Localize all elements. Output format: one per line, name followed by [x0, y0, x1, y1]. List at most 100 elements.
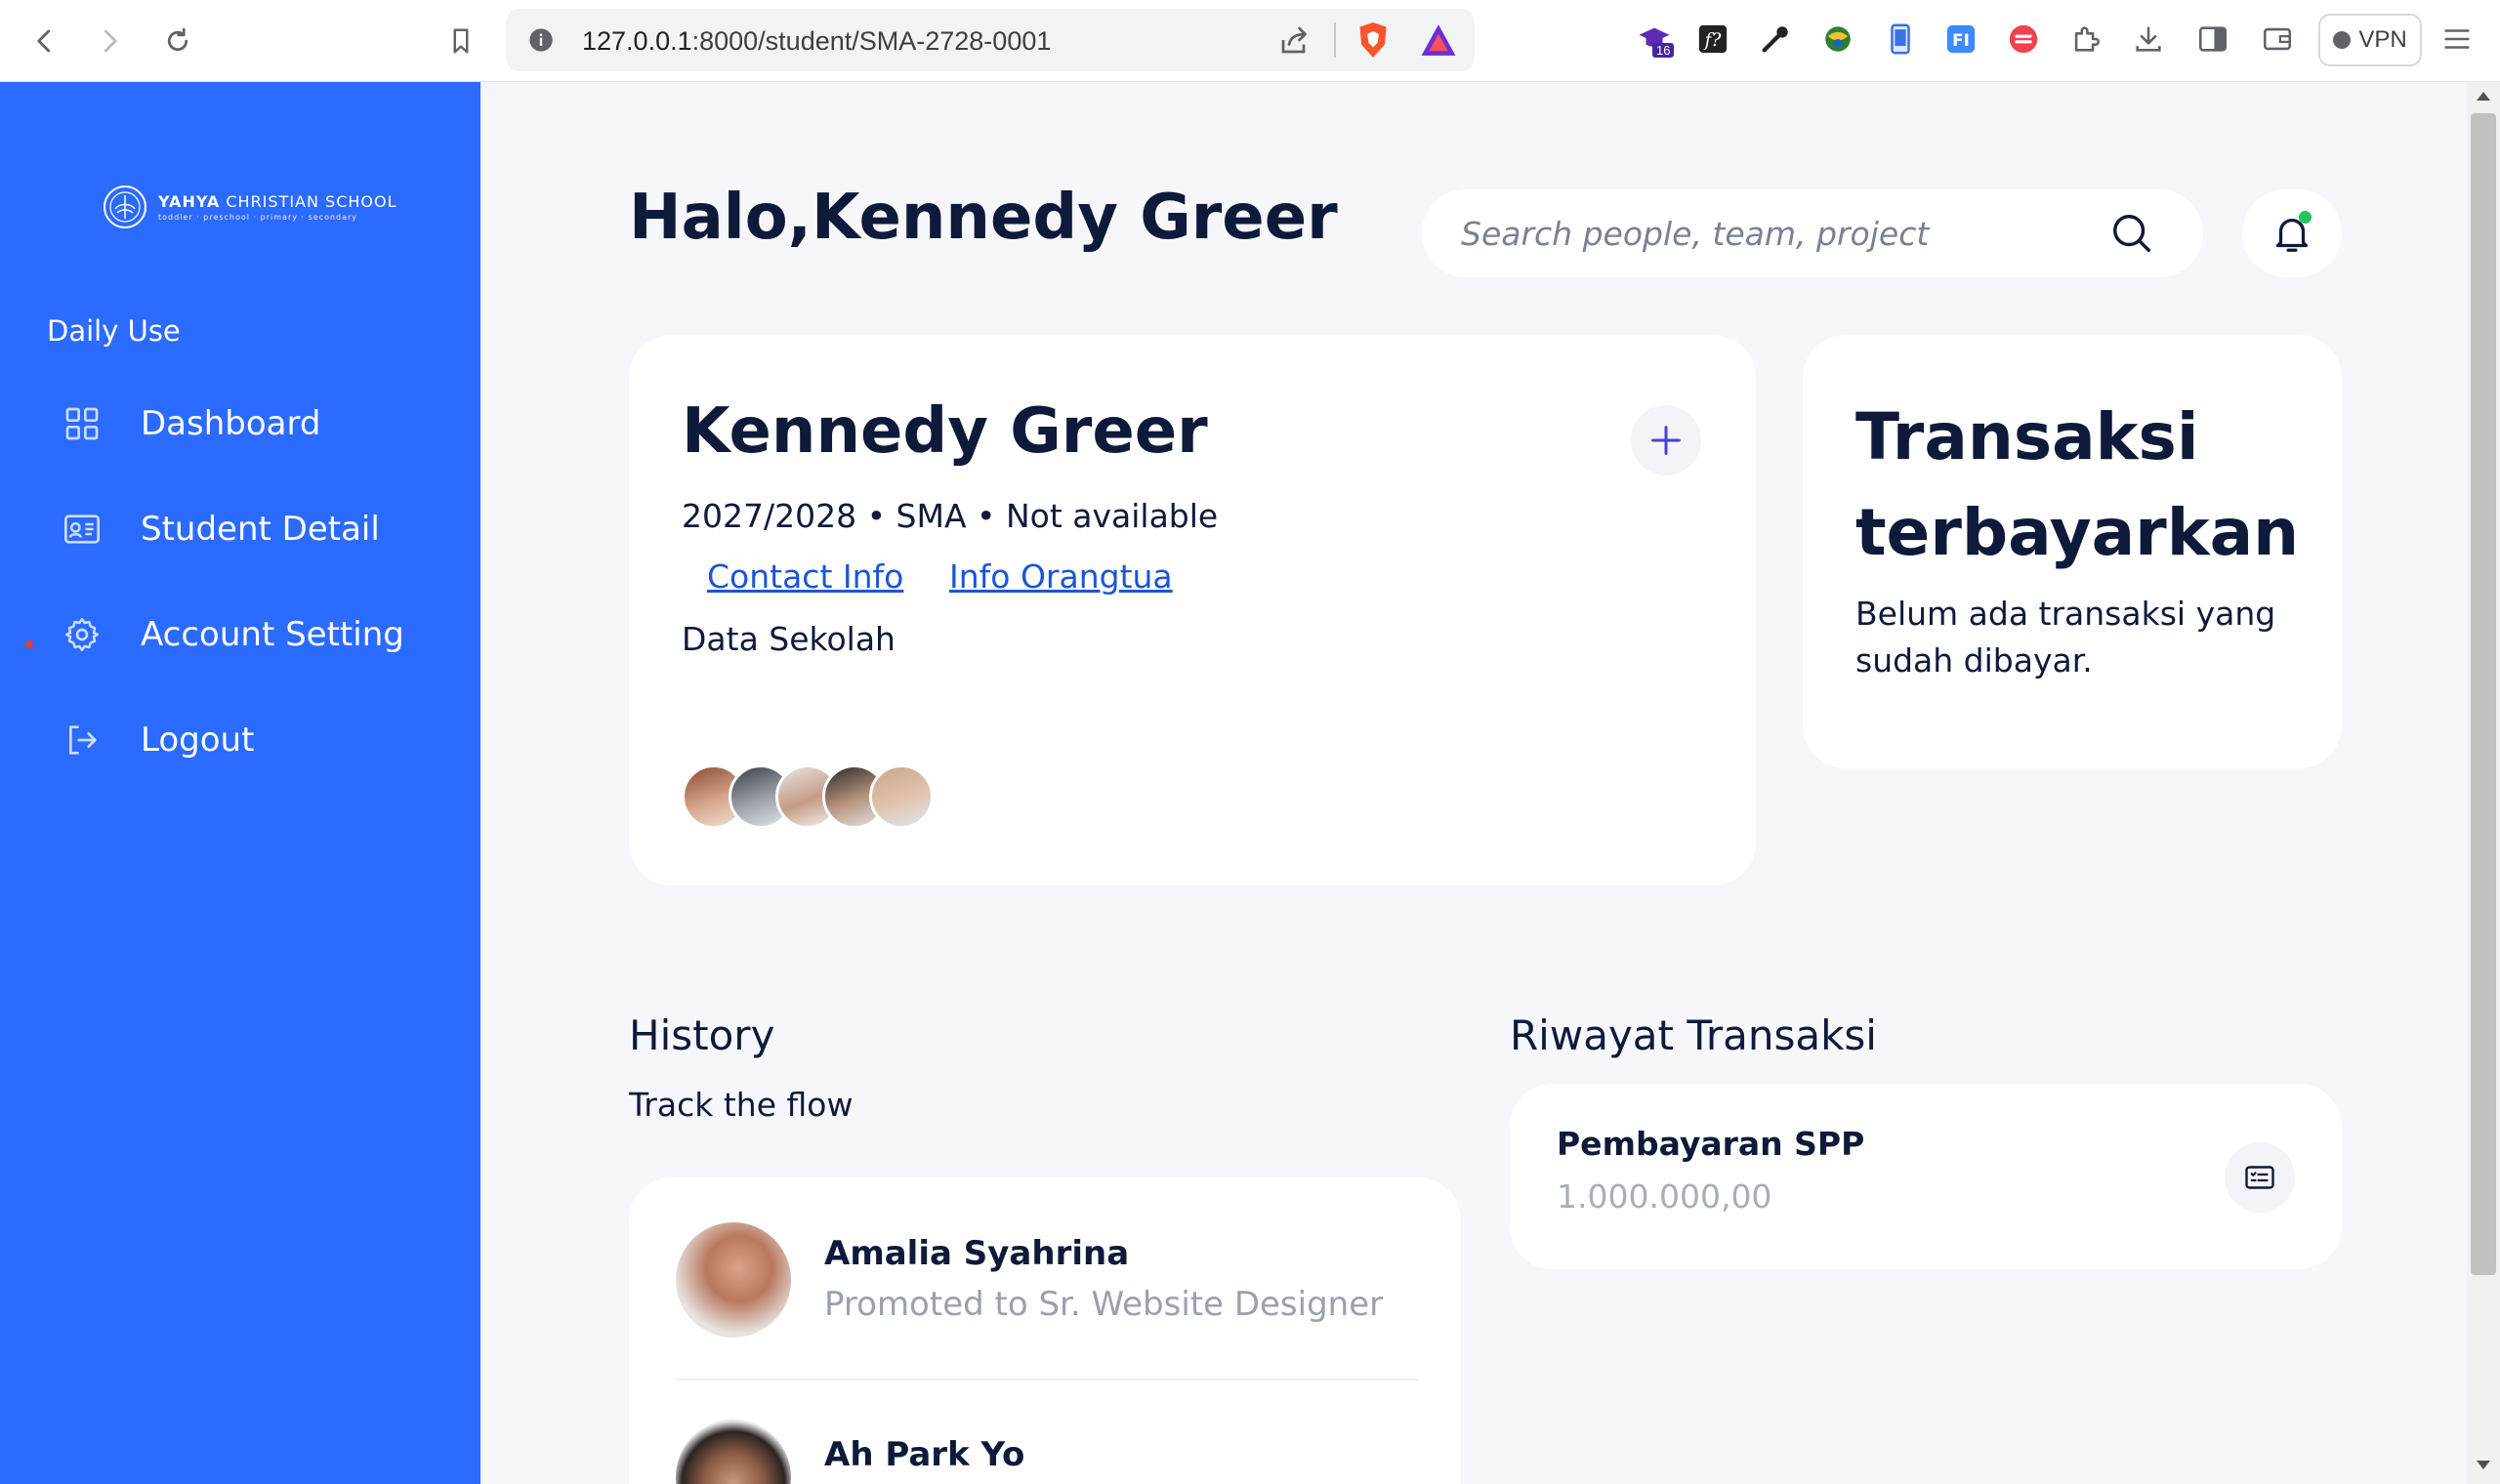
paid-transactions-title: Transaksi terbayarkan [1855, 399, 2300, 570]
school-emblem-icon [104, 186, 146, 228]
transaction-amount: 1.000.000,00 [1557, 1177, 1772, 1216]
fi-logo-icon: FI [1946, 24, 1976, 54]
bookmark-icon [453, 28, 469, 54]
search-bar[interactable] [1422, 189, 2203, 277]
logout-icon [69, 725, 97, 755]
sidebar-panel-icon [2198, 26, 2228, 52]
contact-info-link[interactable]: Contact Info [707, 557, 903, 596]
notification-button[interactable] [2242, 189, 2342, 277]
wallet-icon [2263, 27, 2292, 51]
vpn-label: VPN [2358, 26, 2407, 53]
active-indicator-dot [25, 640, 33, 648]
scroll-up-arrow-icon[interactable] [2477, 92, 2490, 101]
extension-fx-icon[interactable]: f? [1693, 20, 1732, 59]
sidebar-item-label: Logout [141, 721, 255, 760]
forward-button[interactable] [86, 18, 133, 64]
extension-globe-icon[interactable] [1818, 20, 1857, 59]
sidebar-toggle-button[interactable] [2193, 20, 2232, 59]
history-item-name: Ah Park Yo [824, 1435, 1025, 1474]
transaction-name: Pembayaran SPP [1557, 1125, 1865, 1163]
sidebar-item-label: Account Setting [141, 615, 404, 654]
avatar [676, 1420, 791, 1484]
list-item[interactable]: Ah Park Yo [676, 1420, 1418, 1484]
site-info-icon[interactable] [527, 26, 555, 54]
parent-info-link[interactable]: Info Orangtua [949, 557, 1173, 596]
sidebar: YAHYA CHRISTIAN SCHOOL toddler · prescho… [0, 82, 480, 1484]
logo-text: YAHYA CHRISTIAN SCHOOL toddler · prescho… [158, 192, 397, 222]
logo-brand: YAHYA [158, 192, 221, 211]
id-card-icon [64, 515, 100, 544]
download-icon [2136, 26, 2161, 52]
browser-toolbar: 127.0.0.1:8000/student/SMA-2728-0001 16 … [0, 0, 2500, 82]
sidebar-item-dashboard[interactable]: Dashboard [62, 394, 320, 453]
add-button[interactable] [1631, 405, 1701, 475]
downloads-button[interactable] [2129, 20, 2168, 59]
plus-icon [1651, 426, 1681, 455]
history-item-name: Amalia Syahrina [824, 1234, 1130, 1273]
extension-red-icon[interactable] [2004, 20, 2043, 59]
search-icon[interactable] [2109, 211, 2154, 256]
reload-icon [167, 27, 188, 52]
lines-circle-icon [2009, 24, 2038, 54]
url-text: 127.0.0.1:8000/student/SMA-2728-0001 [582, 26, 1052, 56]
notification-dot [2299, 211, 2312, 224]
paid-transactions-empty-text: Belum ada transaksi yang sudah dibayar. [1855, 595, 2276, 680]
brave-shield-icon[interactable] [1355, 21, 1391, 60]
student-profile-card: Kennedy Greer 2027/2028 • SMA • Not avai… [629, 335, 1756, 886]
share-icon[interactable] [1277, 22, 1312, 58]
logo-name: CHRISTIAN SCHOOL [226, 192, 397, 211]
avatar [676, 1222, 791, 1338]
divider [676, 1379, 1418, 1381]
divider [1334, 22, 1336, 58]
search-input[interactable] [1461, 189, 2125, 277]
history-card: Amalia Syahrina Promoted to Sr. Website … [629, 1177, 1461, 1484]
avatar [869, 764, 934, 829]
puzzle-icon [2074, 26, 2100, 52]
scroll-down-arrow-icon[interactable] [2477, 1461, 2490, 1469]
browser-menu-button[interactable] [2438, 20, 2477, 59]
scrollbar-thumb[interactable] [2471, 113, 2496, 1275]
logo-tagline: toddler · preschool · primary · secondar… [158, 213, 358, 222]
globe-icon [1825, 26, 1851, 52]
transaction-item[interactable]: Pembayaran SPP 1.000.000,00 [1510, 1084, 2342, 1269]
svg-text:FI: FI [1952, 31, 1970, 51]
vpn-status-icon [2333, 31, 2352, 49]
forward-arrow-icon [104, 29, 117, 53]
receipt-button[interactable] [2225, 1142, 2295, 1213]
school-data-label: Data Sekolah [682, 620, 896, 658]
extension-eyedropper-icon[interactable] [1756, 20, 1795, 59]
back-button[interactable] [21, 18, 68, 64]
sidebar-item-label: Student Detail [141, 510, 380, 549]
sidebar-item-account-setting[interactable]: Account Setting [62, 605, 404, 664]
gear-icon [64, 617, 100, 652]
svg-text:f?: f? [1703, 30, 1722, 51]
hamburger-icon [2444, 29, 2470, 49]
school-logo[interactable]: YAHYA CHRISTIAN SCHOOL toddler · prescho… [102, 184, 397, 230]
history-item-desc: Promoted to Sr. Website Designer [824, 1285, 1384, 1324]
extensions-button[interactable] [2066, 20, 2105, 59]
extension-phone-icon[interactable] [1881, 20, 1920, 59]
vpn-button[interactable]: VPN [2318, 14, 2422, 66]
paid-transactions-card: Transaksi terbayarkan Belum ada transaks… [1803, 335, 2342, 768]
student-name: Kennedy Greer [682, 395, 1208, 468]
page-title: Halo,Kennedy Greer [629, 182, 1338, 254]
sidebar-item-student-detail[interactable]: Student Detail [62, 500, 380, 558]
eyedropper-icon [1762, 26, 1788, 53]
grid-icon [65, 407, 99, 440]
wallet-button[interactable] [2258, 20, 2297, 59]
sidebar-item-logout[interactable]: Logout [62, 711, 254, 769]
transaction-history-title: Riwayat Transaksi [1510, 1011, 1877, 1059]
sidebar-section-label: Daily Use [47, 314, 181, 348]
brave-rewards-icon[interactable] [1420, 22, 1457, 58]
extension-badge: 16 [1652, 43, 1675, 58]
extension-graduation-icon[interactable]: 16 [1635, 20, 1675, 59]
mobile-icon [1891, 23, 1910, 55]
list-item[interactable]: Amalia Syahrina Promoted to Sr. Website … [676, 1222, 1418, 1359]
back-arrow-icon [37, 29, 51, 53]
extension-fi-icon[interactable]: FI [1941, 20, 1980, 59]
history-title: History [629, 1011, 775, 1059]
address-bar[interactable]: 127.0.0.1:8000/student/SMA-2728-0001 [506, 9, 1475, 71]
reload-button[interactable] [154, 18, 201, 64]
history-subtitle: Track the flow [629, 1086, 854, 1124]
bookmark-button[interactable] [438, 18, 484, 64]
